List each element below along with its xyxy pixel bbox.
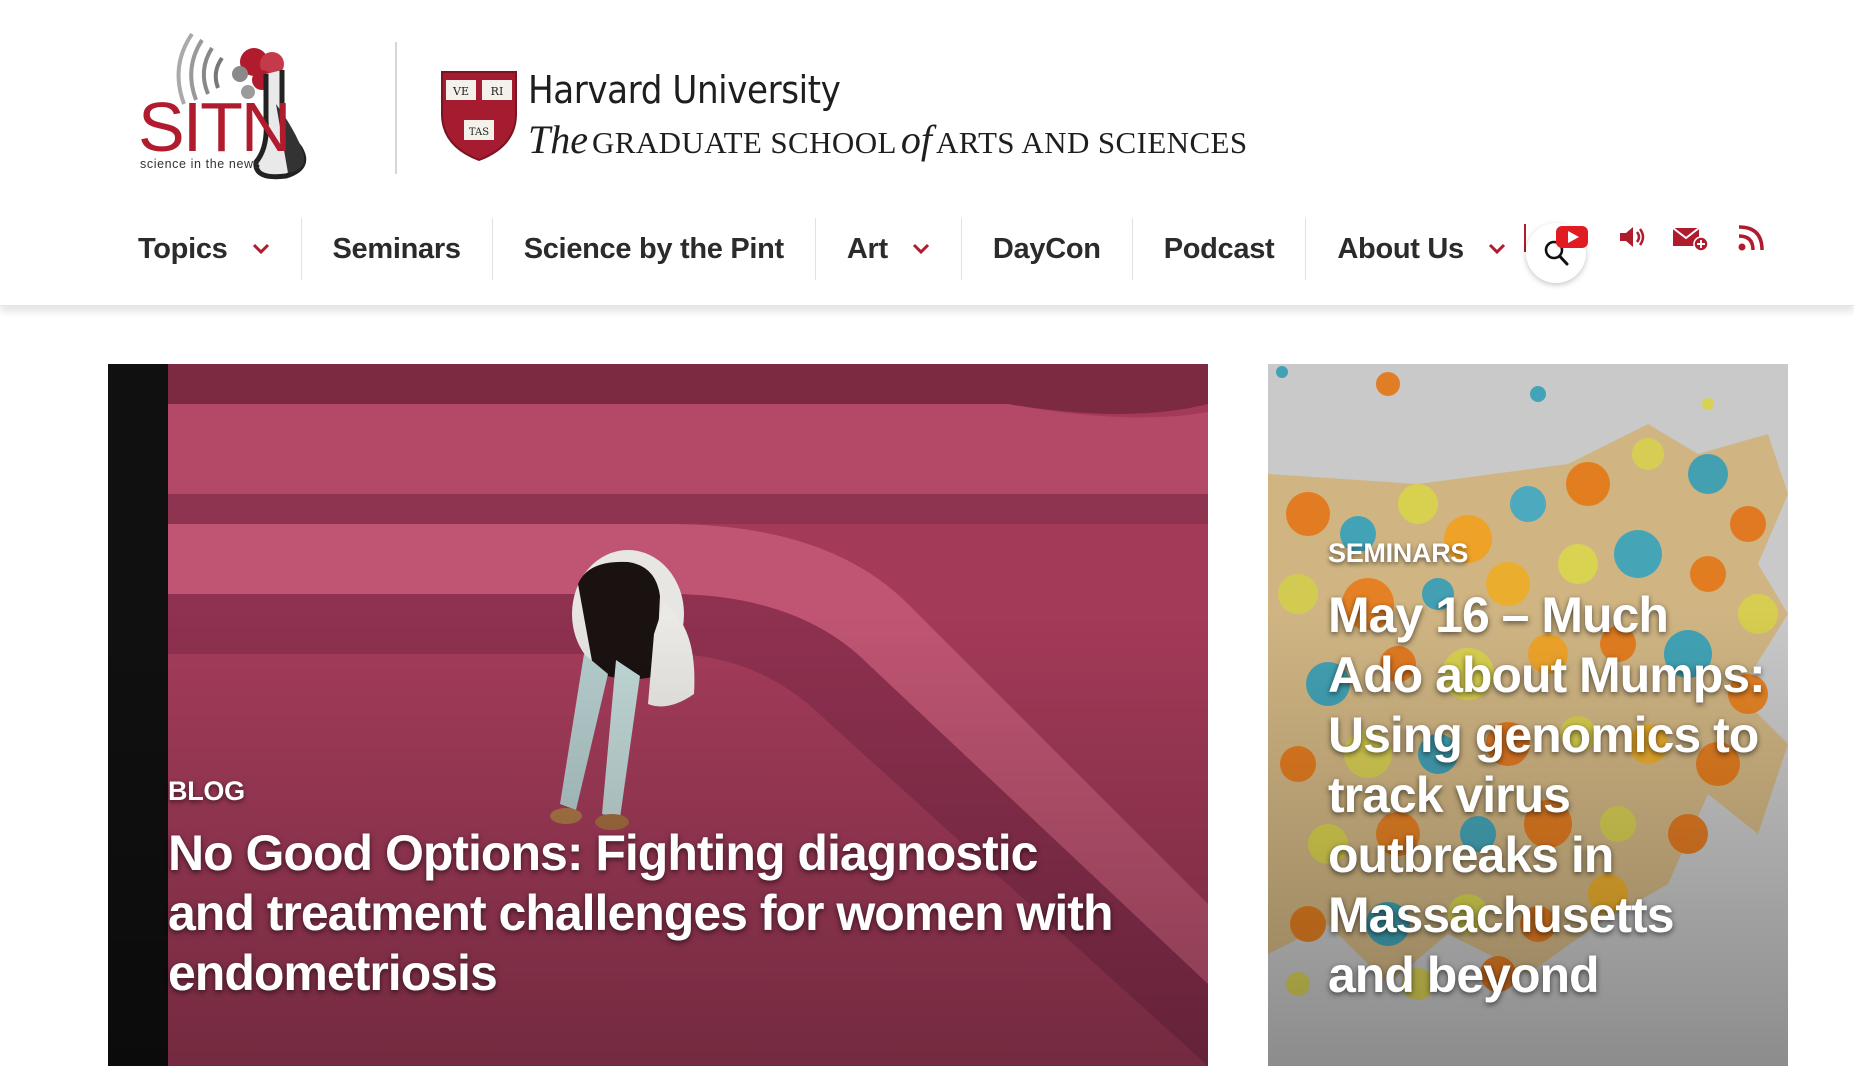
logo-divider [395, 42, 397, 174]
gsas-title: The GRADUATE SCHOOL of ARTS AND SCIENCES [528, 116, 1248, 163]
shield-label-ve: VE [452, 85, 469, 98]
gsas-part1: GRADUATE SCHOOL [592, 125, 897, 160]
nav-label-about-us: About Us [1337, 232, 1464, 265]
nav-label-podcast: Podcast [1163, 232, 1275, 265]
shield-label-ri: RI [491, 85, 504, 98]
nav-item-art[interactable]: Art [816, 218, 962, 280]
category-label[interactable]: BLOG [168, 776, 1128, 807]
sitn-wordmark: SITN [138, 88, 291, 166]
chevron-down-icon [912, 243, 930, 255]
category-label[interactable]: SEMINARS [1328, 538, 1768, 569]
harvard-title: Harvard University [528, 68, 841, 112]
youtube-icon[interactable] [1556, 226, 1588, 248]
rss-icon[interactable] [1738, 224, 1765, 251]
featured-card-seminar[interactable]: SEMINARS May 16 – Much Ado about Mumps: … [1268, 364, 1788, 1066]
nav-label-science-by-the-pint: Science by the Pint [523, 232, 785, 265]
nav-item-seminars[interactable]: Seminars [302, 218, 493, 280]
nav-label-seminars: Seminars [332, 232, 461, 265]
headline[interactable]: No Good Options: Fighting diagnostic and… [168, 823, 1128, 1003]
sound-icon[interactable] [1618, 225, 1646, 249]
nav-label-art: Art [846, 232, 888, 265]
nav-item-science-by-the-pint[interactable]: Science by the Pint [493, 218, 816, 280]
featured-text-side: SEMINARS May 16 – Much Ado about Mumps: … [1328, 538, 1768, 1005]
harvard-gsas-logo[interactable]: VE RI TAS Harvard University The GRADUAT… [440, 66, 1280, 176]
mail-subscribe-icon[interactable] [1673, 226, 1709, 252]
nav-label-daycon: DayCon [992, 232, 1101, 265]
nav-item-daycon[interactable]: DayCon [962, 218, 1133, 280]
chevron-down-icon [1488, 243, 1506, 255]
headline[interactable]: May 16 – Much Ado about Mumps: Using gen… [1328, 585, 1768, 1005]
nav-item-about-us[interactable]: About Us [1306, 218, 1536, 280]
nav-item-podcast[interactable]: Podcast [1133, 218, 1307, 280]
site-header: SITN science in the news VE RI TAS Harva… [0, 0, 1854, 306]
gsas-part2: ARTS AND SCIENCES [935, 125, 1248, 160]
nav-label-topics: Topics [138, 232, 228, 265]
sitn-tagline: science in the news [140, 157, 261, 171]
chevron-down-icon [252, 243, 270, 255]
gsas-of: of [900, 117, 932, 162]
shield-label-tas: TAS [469, 127, 489, 138]
nav-item-topics[interactable]: Topics [120, 218, 302, 280]
sitn-logo[interactable]: SITN science in the news [136, 30, 366, 180]
featured-card-blog[interactable]: BLOG No Good Options: Fighting diagnosti… [108, 364, 1208, 1066]
gsas-the: The [528, 117, 588, 162]
main-nav: Topics Seminars Science by the Pint Art … [120, 218, 1537, 280]
featured-text-main: BLOG No Good Options: Fighting diagnosti… [168, 776, 1128, 1003]
harvard-shield-icon: VE RI TAS [441, 71, 517, 162]
